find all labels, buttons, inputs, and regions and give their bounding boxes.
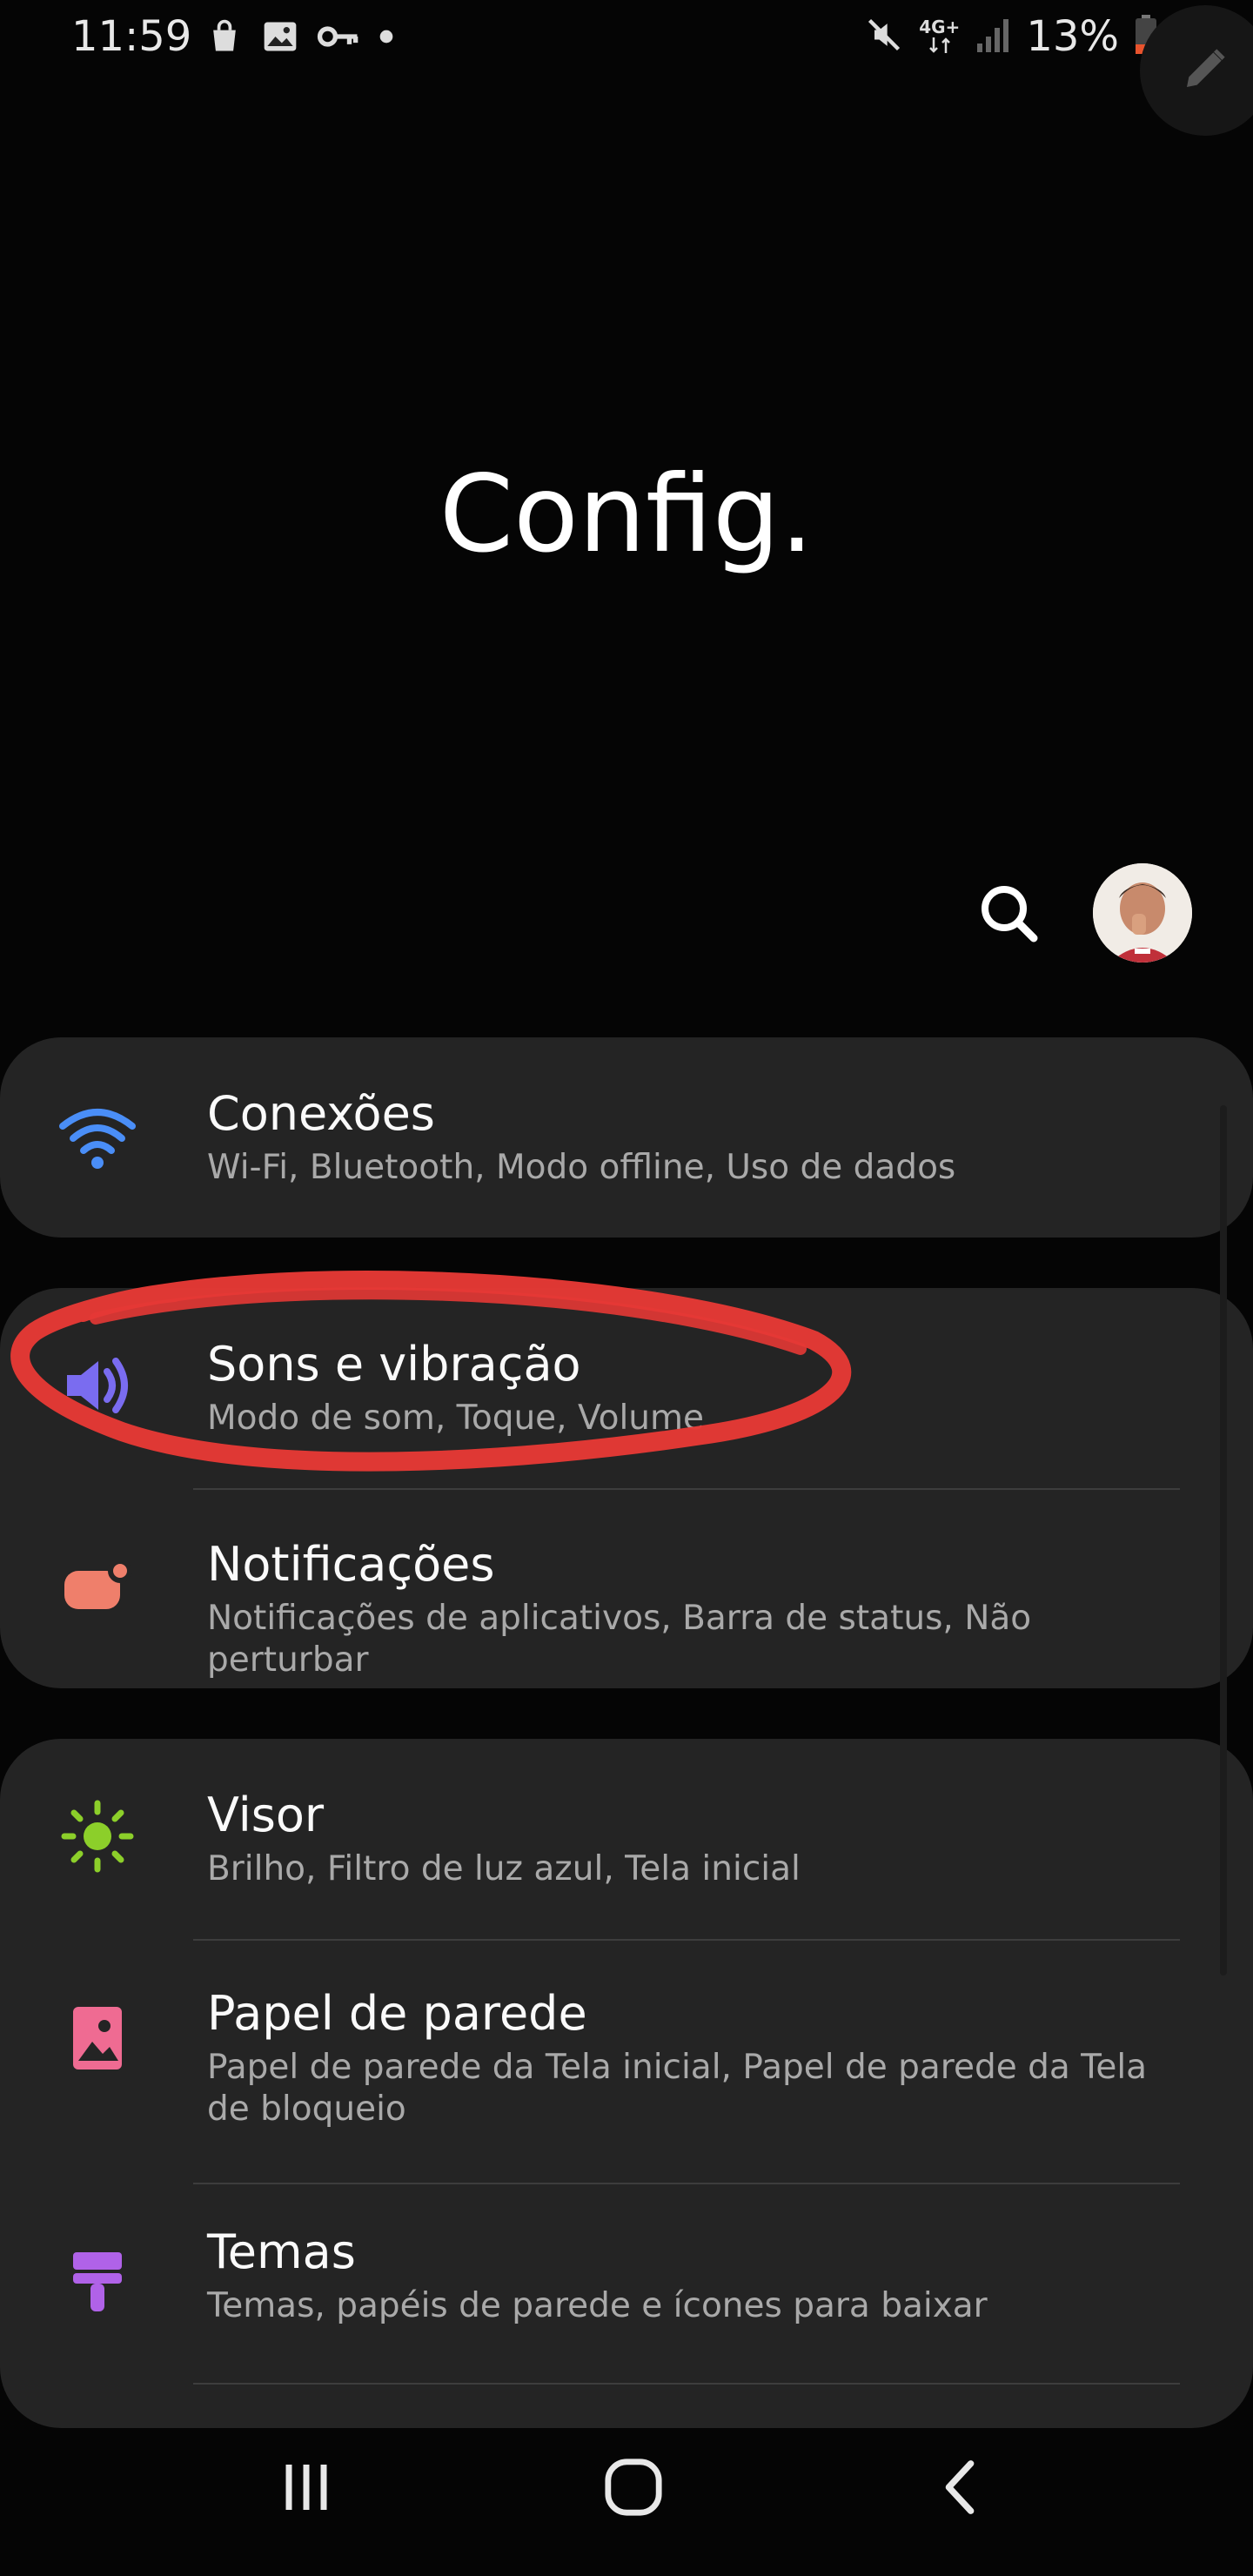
back-button[interactable] [891, 2428, 1030, 2550]
setting-item-notifications[interactable]: Notificações Notificações de aplicativos… [0, 1490, 1253, 1688]
recents-button[interactable] [237, 2428, 376, 2550]
setting-item-themes[interactable]: Temas Temas, papéis de parede e ícones p… [0, 2184, 1253, 2385]
search-button[interactable] [975, 879, 1044, 949]
battery-percent: 13% [1026, 12, 1119, 61]
scrollbar[interactable] [1220, 1105, 1227, 1976]
setting-title: Conexões [207, 1086, 435, 1141]
setting-subtitle: Papel de parede da Tela inicial, Papel d… [207, 2048, 1148, 2129]
settings-card-sound: Sons e vibração Modo de som, Toque, Volu… [0, 1288, 1253, 1688]
setting-subtitle: Wi-Fi, Bluetooth, Modo offline, Uso de d… [207, 1148, 956, 1187]
settings-card-connections: Conexões Wi-Fi, Bluetooth, Modo offline,… [0, 1037, 1253, 1238]
notification-icon [54, 1540, 141, 1627]
settings-card-display: Visor Brilho, Filtro de luz azul, Tela i… [0, 1739, 1253, 2428]
status-bar: 11:59 4G+ 13% [0, 0, 1253, 136]
setting-subtitle: Temas, papéis de parede e ícones para ba… [207, 2286, 988, 2325]
setting-item-wallpaper[interactable]: Papel de parede Papel de parede da Tela … [0, 1941, 1253, 2183]
setting-title: Sons e vibração [207, 1337, 581, 1392]
network-icon: 4G+ [919, 18, 960, 55]
setting-subtitle: Notificações de aplicativos, Barra de st… [207, 1599, 1032, 1680]
back-icon [936, 2457, 985, 2521]
home-icon [603, 2457, 664, 2521]
status-time: 11:59 [71, 12, 192, 61]
search-icon [975, 886, 1044, 952]
setting-subtitle: Modo de som, Toque, Volume [207, 1399, 705, 1438]
wifi-icon [54, 1093, 141, 1180]
home-button[interactable] [564, 2428, 703, 2550]
signal-icon [975, 16, 1010, 57]
image-icon [261, 17, 299, 56]
pencil-icon [1181, 44, 1230, 97]
page-title: Config. [439, 453, 814, 576]
volume-icon [54, 1342, 141, 1429]
navigation-bar [0, 2419, 1253, 2576]
setting-item-connections[interactable]: Conexões Wi-Fi, Bluetooth, Modo offline,… [0, 1037, 1253, 1238]
setting-title: Visor [207, 1788, 325, 1842]
profile-avatar[interactable] [1093, 863, 1192, 963]
dot-icon [378, 17, 395, 56]
bag-icon [205, 17, 244, 56]
mute-icon [865, 16, 903, 57]
recents-icon [278, 2459, 334, 2519]
network-label: 4G+ [919, 17, 961, 37]
setting-title: Papel de parede [207, 1986, 587, 2041]
setting-item-display[interactable]: Visor Brilho, Filtro de luz azul, Tela i… [0, 1739, 1253, 1939]
status-left-icons [205, 17, 395, 56]
setting-title: Temas [207, 2224, 356, 2279]
divider [193, 2383, 1180, 2385]
edit-button[interactable] [1140, 5, 1253, 136]
key-icon [317, 17, 360, 56]
themes-icon [54, 2238, 141, 2325]
brightness-icon [54, 1793, 141, 1880]
wallpaper-icon [54, 1995, 141, 2082]
setting-subtitle: Brilho, Filtro de luz azul, Tela inicial [207, 1849, 801, 1888]
status-right-icons: 4G+ 13% [865, 12, 1157, 61]
setting-item-sounds[interactable]: Sons e vibração Modo de som, Toque, Volu… [0, 1288, 1253, 1488]
setting-title: Notificações [207, 1537, 495, 1592]
